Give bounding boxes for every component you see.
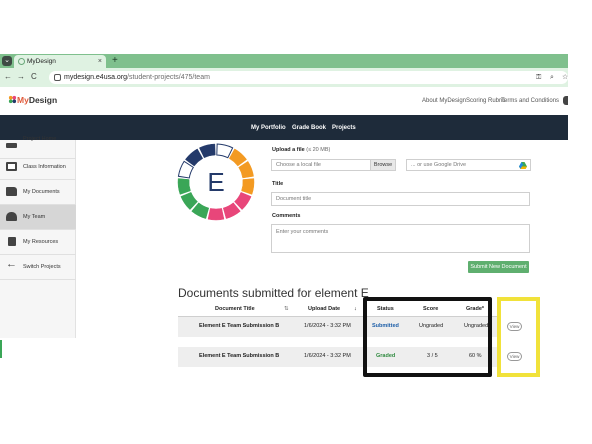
wheel-letter: E (207, 167, 224, 197)
gdrive-placeholder: ... or use Google Drive (411, 162, 467, 168)
favicon-icon (18, 58, 25, 65)
browse-button[interactable]: Browse (370, 160, 395, 170)
logo-my: My (17, 95, 29, 105)
about-link[interactable]: About MyDesign (422, 97, 466, 105)
sidebar-item-label: Class Information (23, 164, 66, 170)
class-info-icon (6, 162, 17, 171)
back-button[interactable]: ← (4, 71, 12, 83)
title-placeholder: Document title (276, 196, 312, 202)
wheel-segment-green (177, 178, 191, 195)
sidebar-accent (0, 340, 2, 358)
upload-label: Upload a file (≤ 20 MB) (272, 147, 330, 154)
sidebar-item-label: Project Home (23, 136, 57, 142)
sidebar: Project Home Class Information My Docume… (0, 136, 76, 338)
team-icon (6, 212, 17, 221)
book-icon (8, 237, 16, 246)
logo-icon (8, 95, 17, 104)
sidebar-item-my-resources[interactable]: My Resources (0, 230, 76, 255)
terms-link[interactable]: Terms and Conditions (501, 97, 559, 105)
sidebar-item-label: My Resources (23, 239, 59, 245)
sidebar-item-class-information[interactable]: Class Information (0, 155, 76, 180)
tab-menu-button[interactable]: ⌄ (2, 56, 12, 66)
sidebar-item-my-team[interactable]: My Team (0, 205, 76, 230)
status-score-grade-highlight (363, 297, 492, 377)
close-tab-icon[interactable]: × (98, 55, 102, 68)
sidebar-item-label: My Team (23, 214, 46, 220)
wheel-segment-navy (199, 143, 216, 159)
tab-title: MyDesign (27, 58, 56, 65)
home-icon (6, 143, 17, 148)
doc-title: Element E Team Submission B (199, 323, 280, 329)
nav-grade-book[interactable]: Grade Book (292, 124, 326, 132)
star-icon[interactable]: ☆ (562, 72, 568, 83)
upload-hint: (≤ 20 MB) (306, 147, 331, 153)
wheel-segment-pink (207, 208, 225, 221)
comments-placeholder: Enter your comments (276, 229, 329, 235)
arrow-left-icon: ← (6, 258, 17, 270)
upload-date: 1/6/2024 - 3:32 PM (304, 323, 351, 329)
url-host: mydesign.e4usa.org (64, 74, 128, 81)
sort-both-icon[interactable]: ⇅ (284, 305, 289, 313)
doc-title: Element E Team Submission B (199, 353, 280, 359)
google-drive-icon[interactable] (519, 162, 527, 169)
site-info-icon[interactable] (54, 74, 61, 81)
upload-date: 1/6/2024 - 3:32 PM (304, 353, 351, 359)
comments-textarea[interactable]: Enter your comments (271, 224, 530, 253)
title-label: Title (272, 181, 284, 187)
comments-label: Comments (272, 213, 301, 219)
user-icon[interactable] (563, 96, 568, 105)
folder-icon (6, 187, 17, 196)
new-tab-button[interactable]: + (112, 54, 118, 68)
submit-new-document-button[interactable]: Submit New Document (468, 261, 529, 273)
reload-button[interactable]: C (31, 71, 37, 83)
file-placeholder: Choose a local file (276, 162, 321, 168)
url-path: /student-projects/475/team (127, 74, 210, 81)
nav-projects[interactable]: Projects (332, 124, 356, 132)
url-text: mydesign.e4usa.org/student-projects/475/… (64, 71, 210, 84)
nav-my-portfolio[interactable]: My Portfolio (251, 124, 286, 132)
upload-label-text: Upload a file (272, 147, 305, 153)
sort-desc-icon[interactable]: ↓ (354, 305, 357, 313)
element-wheel: E (177, 143, 255, 221)
sidebar-item-my-documents[interactable]: My Documents (0, 180, 76, 205)
logo-design: Design (28, 95, 58, 105)
key-icon[interactable]: ⚿ (536, 72, 541, 83)
rubric-link[interactable]: Scoring Rubric (466, 97, 505, 105)
zoom-icon[interactable]: ⌕ (550, 72, 554, 83)
col-upload-date[interactable]: Upload Date (308, 305, 340, 313)
documents-section-title: Documents submitted for element E (178, 286, 369, 300)
view-column-highlight (497, 297, 540, 377)
wheel-segment-orange (228, 148, 247, 167)
forward-button[interactable]: → (17, 71, 25, 83)
wheel-segment-orange (241, 178, 255, 195)
wheel-segment-empty (216, 143, 234, 159)
sidebar-item-label: My Documents (23, 189, 60, 195)
sidebar-item-switch-projects[interactable]: ← Switch Projects (0, 255, 76, 280)
browser-tab[interactable]: MyDesign × (14, 55, 106, 68)
document-title-input[interactable]: Document title (271, 192, 530, 206)
col-document-title[interactable]: Document Title (215, 305, 255, 313)
sidebar-item-label: Switch Projects (23, 264, 61, 270)
logo[interactable]: MyDesign (17, 95, 57, 105)
google-drive-input[interactable]: ... or use Google Drive (406, 159, 531, 171)
